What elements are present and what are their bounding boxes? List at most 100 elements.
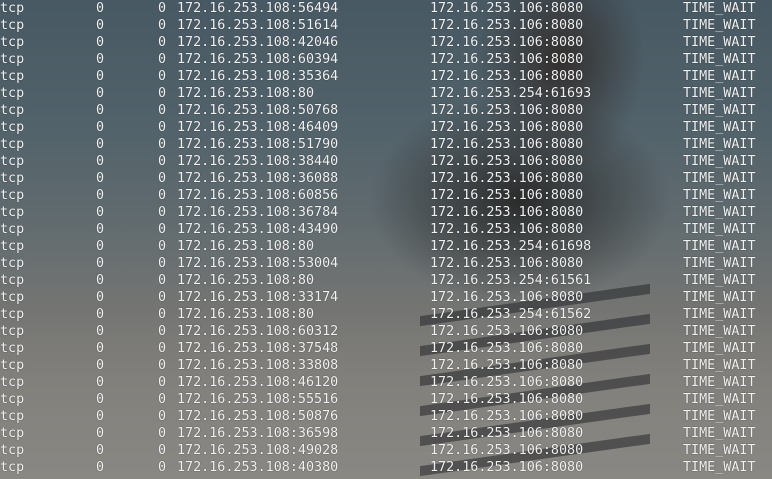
recv-q-cell: 0 [96,120,105,135]
foreign-address-cell: 172.16.253.254:61561 [430,273,592,288]
local-address-cell: 172.16.253.108:60856 [177,188,339,203]
send-q-cell: 0 [158,273,167,288]
recv-q-cell: 0 [96,69,105,84]
send-q-cell: 0 [158,1,167,16]
protocol-cell: tcp [0,154,25,169]
state-cell: TIME_WAIT [683,273,756,288]
foreign-address-cell: 172.16.253.106:8080 [430,188,584,203]
terminal-output[interactable]: tcp 0 0 172.16.253.108:56494 172.16.253.106:… [0,0,772,479]
recv-q-cell: 0 [96,103,105,118]
state-cell: TIME_WAIT [683,120,756,135]
foreign-address-cell: 172.16.253.106:8080 [430,171,584,186]
netstat-row: tcp 0 0 172.16.253.108:51790 172.16.253.106:… [0,136,772,153]
recv-q-cell: 0 [96,409,105,424]
foreign-address-cell: 172.16.253.106:8080 [430,18,584,33]
protocol-cell: tcp [0,222,25,237]
recv-q-cell: 0 [96,137,105,152]
protocol-cell: tcp [0,171,25,186]
send-q-cell: 0 [158,392,167,407]
send-q-cell: 0 [158,443,167,458]
protocol-cell: tcp [0,460,25,475]
state-cell: TIME_WAIT [683,137,756,152]
send-q-cell: 0 [158,18,167,33]
local-address-cell: 172.16.253.108:60394 [177,52,339,67]
send-q-cell: 0 [158,35,167,50]
local-address-cell: 172.16.253.108:53004 [177,256,339,271]
local-address-cell: 172.16.253.108:80 [177,273,315,288]
state-cell: TIME_WAIT [683,290,756,305]
netstat-row: tcp 0 0 172.16.253.108:80 172.16.253.254:616… [0,238,772,255]
send-q-cell: 0 [158,86,167,101]
netstat-row: tcp 0 0 172.16.253.108:37548 172.16.253.106:… [0,340,772,357]
foreign-address-cell: 172.16.253.106:8080 [430,358,584,373]
netstat-row: tcp 0 0 172.16.253.108:80 172.16.253.254:616… [0,85,772,102]
netstat-row: tcp 0 0 172.16.253.108:46409 172.16.253.106:… [0,119,772,136]
state-cell: TIME_WAIT [683,188,756,203]
protocol-cell: tcp [0,375,25,390]
netstat-row: tcp 0 0 172.16.253.108:36784 172.16.253.106:… [0,204,772,221]
send-q-cell: 0 [158,222,167,237]
recv-q-cell: 0 [96,426,105,441]
recv-q-cell: 0 [96,273,105,288]
local-address-cell: 172.16.253.108:36784 [177,205,339,220]
recv-q-cell: 0 [96,205,105,220]
recv-q-cell: 0 [96,290,105,305]
recv-q-cell: 0 [96,18,105,33]
local-address-cell: 172.16.253.108:49028 [177,443,339,458]
state-cell: TIME_WAIT [683,205,756,220]
state-cell: TIME_WAIT [683,1,756,16]
netstat-row: tcp 0 0 172.16.253.108:51614 172.16.253.106:… [0,17,772,34]
protocol-cell: tcp [0,1,25,16]
foreign-address-cell: 172.16.253.106:8080 [430,375,584,390]
state-cell: TIME_WAIT [683,443,756,458]
state-cell: TIME_WAIT [683,69,756,84]
foreign-address-cell: 172.16.253.106:8080 [430,120,584,135]
local-address-cell: 172.16.253.108:46120 [177,375,339,390]
foreign-address-cell: 172.16.253.106:8080 [430,290,584,305]
protocol-cell: tcp [0,18,25,33]
foreign-address-cell: 172.16.253.106:8080 [430,103,584,118]
protocol-cell: tcp [0,273,25,288]
netstat-row: tcp 0 0 172.16.253.108:33174 172.16.253.106:… [0,289,772,306]
local-address-cell: 172.16.253.108:38440 [177,154,339,169]
recv-q-cell: 0 [96,460,105,475]
send-q-cell: 0 [158,324,167,339]
recv-q-cell: 0 [96,358,105,373]
state-cell: TIME_WAIT [683,171,756,186]
protocol-cell: tcp [0,69,25,84]
foreign-address-cell: 172.16.253.106:8080 [430,460,584,475]
foreign-address-cell: 172.16.253.106:8080 [430,205,584,220]
protocol-cell: tcp [0,443,25,458]
recv-q-cell: 0 [96,188,105,203]
state-cell: TIME_WAIT [683,375,756,390]
foreign-address-cell: 172.16.253.254:61562 [430,307,592,322]
foreign-address-cell: 172.16.253.106:8080 [430,392,584,407]
state-cell: TIME_WAIT [683,307,756,322]
foreign-address-cell: 172.16.253.106:8080 [430,154,584,169]
send-q-cell: 0 [158,460,167,475]
protocol-cell: tcp [0,256,25,271]
protocol-cell: tcp [0,188,25,203]
state-cell: TIME_WAIT [683,239,756,254]
foreign-address-cell: 172.16.253.106:8080 [430,35,584,50]
local-address-cell: 172.16.253.108:80 [177,86,315,101]
local-address-cell: 172.16.253.108:46409 [177,120,339,135]
foreign-address-cell: 172.16.253.106:8080 [430,324,584,339]
recv-q-cell: 0 [96,307,105,322]
send-q-cell: 0 [158,120,167,135]
protocol-cell: tcp [0,358,25,373]
netstat-row: tcp 0 0 172.16.253.108:80 172.16.253.254:615… [0,306,772,323]
state-cell: TIME_WAIT [683,86,756,101]
protocol-cell: tcp [0,205,25,220]
send-q-cell: 0 [158,290,167,305]
state-cell: TIME_WAIT [683,392,756,407]
local-address-cell: 172.16.253.108:40380 [177,460,339,475]
netstat-row: tcp 0 0 172.16.253.108:60856 172.16.253.106:… [0,187,772,204]
foreign-address-cell: 172.16.253.106:8080 [430,341,584,356]
local-address-cell: 172.16.253.108:33808 [177,358,339,373]
recv-q-cell: 0 [96,1,105,16]
state-cell: TIME_WAIT [683,358,756,373]
protocol-cell: tcp [0,409,25,424]
state-cell: TIME_WAIT [683,256,756,271]
netstat-row: tcp 0 0 172.16.253.108:33808 172.16.253.106:… [0,357,772,374]
